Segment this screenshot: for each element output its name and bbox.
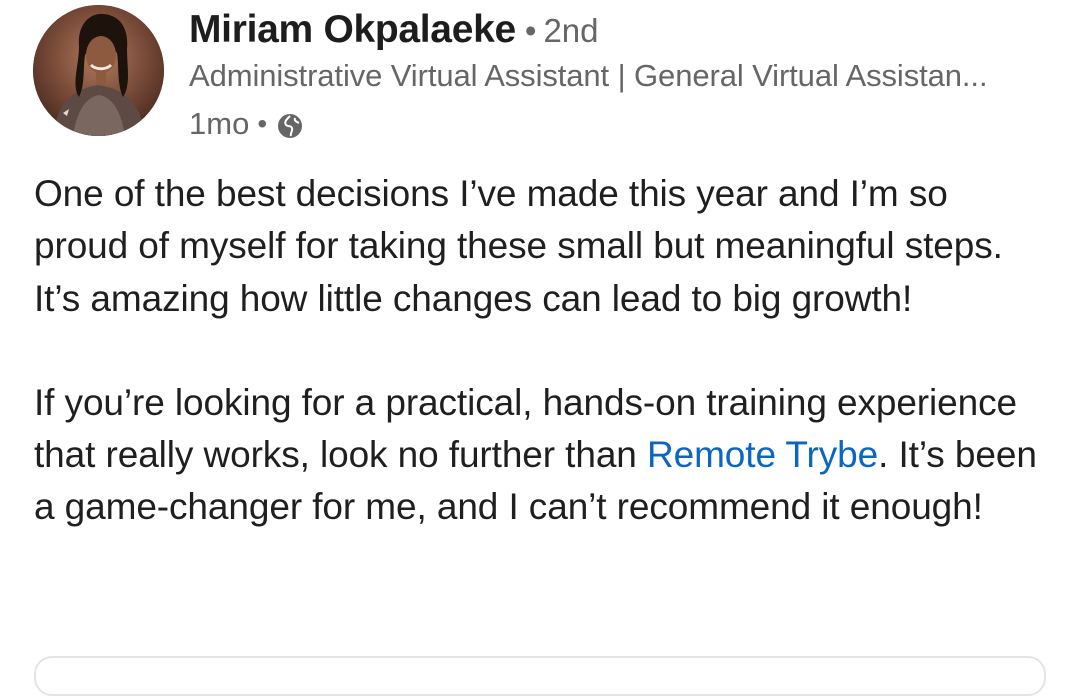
meta-separator: • — [257, 108, 268, 139]
author-name[interactable]: Miriam Okpalaeke — [189, 8, 516, 52]
author-headline: Administrative Virtual Assistant | Gener… — [189, 58, 988, 93]
post-meta: 1mo • — [189, 104, 303, 144]
author-name-row: Miriam Okpalaeke • 2nd — [189, 8, 599, 58]
attached-content-card[interactable] — [34, 656, 1046, 696]
post-timestamp: 1mo — [189, 106, 250, 141]
globe-icon — [277, 113, 303, 139]
author-avatar[interactable] — [33, 5, 164, 136]
linkedin-post: Miriam Okpalaeke • 2nd Administrative Vi… — [0, 0, 1080, 696]
post-paragraph-2: If you’re looking for a practical, hands… — [34, 377, 1044, 534]
avatar-photo — [33, 5, 164, 136]
company-mention-link[interactable]: Remote Trybe — [647, 434, 878, 475]
name-separator: • — [524, 12, 537, 49]
post-text: One of the best decisions I’ve made this… — [34, 168, 1044, 534]
post-paragraph-1: One of the best decisions I’ve made this… — [34, 173, 1003, 319]
connection-degree: 2nd — [543, 12, 599, 49]
